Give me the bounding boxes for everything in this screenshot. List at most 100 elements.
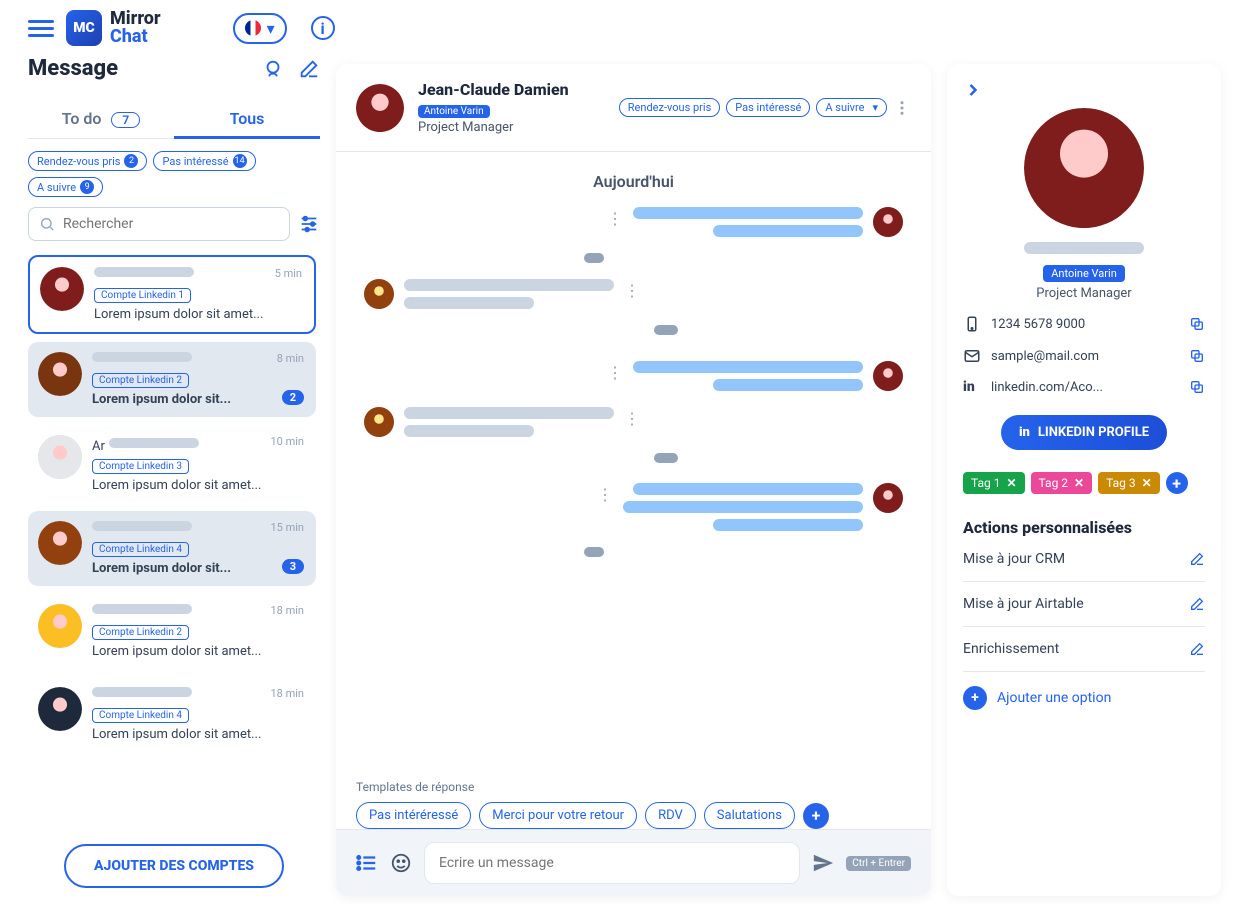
templates-label: Templates de réponse [356,780,911,794]
conversation-preview: Lorem ipsum dolor sit... [92,392,306,407]
conversation-preview: Lorem ipsum dolor sit amet... [92,478,306,493]
list-icon[interactable] [356,852,378,874]
filter-sliders-icon[interactable] [298,213,320,235]
template-pill[interactable]: RDV [645,802,696,829]
emoji-icon[interactable] [390,852,412,874]
conversation-avatar [38,604,82,648]
copy-icon[interactable] [1189,316,1205,332]
tab-todo[interactable]: To do 7 [28,99,174,138]
conversation-avatar [40,267,84,311]
template-pill[interactable]: Salutations [704,802,795,829]
add-accounts-button[interactable]: AJOUTER DES COMPTES [64,844,284,888]
chat-contact-role: Project Manager [418,120,569,135]
search-input-wrapper[interactable] [28,207,290,241]
message-avatar [364,279,394,309]
profile-tag-chip[interactable]: Tag 1✕ [963,472,1025,494]
profile-linkedin: linkedin.com/Aco... [991,380,1103,395]
chat-more-icon[interactable] [893,99,911,117]
account-tag: Compte Linkedin 2 [92,625,189,640]
actions-title: Actions personnalisées [963,518,1205,537]
conversation-preview: Lorem ipsum dolor sit amet... [92,644,306,659]
chevron-down-icon: ▾ [267,19,275,38]
copy-icon[interactable] [1189,348,1205,364]
message-options-icon[interactable]: ⋮ [624,409,640,428]
chat-status-pill[interactable]: Pas intéressé [726,98,810,117]
logo-mark: MC [66,10,102,46]
collapse-panel-icon[interactable] [963,80,983,100]
brand-logo: MC Mirror Chat [66,10,161,46]
account-tag: Compte Linkedin 2 [92,373,189,388]
tab-tous[interactable]: Tous [174,99,320,138]
remove-tag-icon[interactable]: ✕ [1074,476,1084,490]
custom-action-row[interactable]: Mise à jour CRM [963,537,1205,582]
remove-tag-icon[interactable]: ✕ [1006,476,1016,490]
profile-phone: 1234 5678 9000 [991,317,1085,332]
linkedin-icon: in [963,379,981,395]
message-avatar [873,483,903,513]
conversation-time: 8 min [277,352,304,365]
edit-action-icon[interactable] [1189,551,1205,567]
message-options-icon[interactable]: ⋮ [607,363,623,382]
conversation-item[interactable]: Compte Linkedin 4 Lorem ipsum dolor sit.… [28,511,316,586]
conversation-preview: Lorem ipsum dolor sit amet... [92,727,306,742]
filter-pill[interactable]: Pas intéressé14 [153,151,255,171]
conversation-avatar [38,521,82,565]
search-icon [39,216,55,232]
remove-tag-icon[interactable]: ✕ [1142,476,1152,490]
message-options-icon[interactable]: ⋮ [597,485,613,504]
filter-pill[interactable]: Rendez-vous pris2 [28,151,147,171]
custom-action-row[interactable]: Mise à jour Airtable [963,582,1205,627]
conversation-item[interactable]: Compte Linkedin 4 Lorem ipsum dolor sit … [28,677,316,752]
custom-action-row[interactable]: Enrichissement [963,627,1205,672]
phone-icon [963,315,981,333]
edit-action-icon[interactable] [1189,596,1205,612]
profile-tag-chip[interactable]: Tag 3✕ [1098,472,1160,494]
conversation-avatar [38,687,82,731]
compose-input[interactable] [439,855,785,871]
conversation-time: 15 min [271,521,305,534]
message-options-icon[interactable]: ⋮ [607,209,623,228]
compose-icon[interactable] [298,58,320,80]
conversation-time: 10 min [271,435,305,448]
conversation-preview: Lorem ipsum dolor sit... [92,561,306,576]
template-pill[interactable]: Pas intéréressé [356,802,471,829]
add-template-button[interactable]: + [803,803,829,829]
chat-account-tag: Antoine Varin [418,105,490,118]
conversation-item[interactable]: Compte Linkedin 2 Lorem ipsum dolor sit … [28,594,316,669]
add-option-button[interactable]: + Ajouter une option [963,686,1205,710]
message-avatar [364,407,394,437]
conversation-item[interactable]: Compte Linkedin 2 Lorem ipsum dolor sit.… [28,342,316,417]
chat-status-pill[interactable]: A suivre ▾ [816,98,887,117]
account-tag: Compte Linkedin 4 [92,542,189,557]
conversation-preview: Lorem ipsum dolor sit amet... [94,307,304,322]
add-tag-button[interactable]: + [1166,472,1188,494]
profile-role: Project Manager [963,286,1205,301]
chat-status-pill[interactable]: Rendez-vous pris [619,98,720,117]
conversation-item[interactable]: Compte Linkedin 1 Lorem ipsum dolor sit … [28,255,316,334]
send-icon[interactable] [812,852,834,874]
edit-action-icon[interactable] [1189,641,1205,657]
message-title: Message [28,56,118,81]
message-avatar [873,207,903,237]
info-icon[interactable]: i [311,16,335,40]
account-tag: Compte Linkedin 1 [94,288,191,303]
template-pill[interactable]: Merci pour votre retour [479,802,637,829]
account-tag: Compte Linkedin 4 [92,708,189,723]
linkedin-profile-button[interactable]: in LINKEDIN PROFILE [1001,415,1167,450]
profile-account-tag: Antoine Varin [1043,265,1125,282]
menu-icon[interactable] [28,16,54,41]
profile-tag-chip[interactable]: Tag 2✕ [1031,472,1093,494]
chat-bot-icon[interactable] [262,58,284,80]
message-options-icon[interactable]: ⋮ [624,281,640,300]
brand-line2: Chat [110,28,161,46]
conversation-avatar [38,352,82,396]
filter-pill[interactable]: A suivre9 [28,177,103,197]
search-input[interactable] [63,216,279,232]
copy-icon[interactable] [1189,379,1205,395]
conversation-time: 18 min [271,687,305,700]
message-avatar [873,361,903,391]
unread-badge: 3 [282,559,304,574]
language-selector[interactable]: ▾ [233,13,287,44]
conversation-item[interactable]: Ar Compte Linkedin 3 Lorem ipsum dolor s… [28,425,316,503]
keyboard-hint: Ctrl + Entrer [846,856,911,871]
